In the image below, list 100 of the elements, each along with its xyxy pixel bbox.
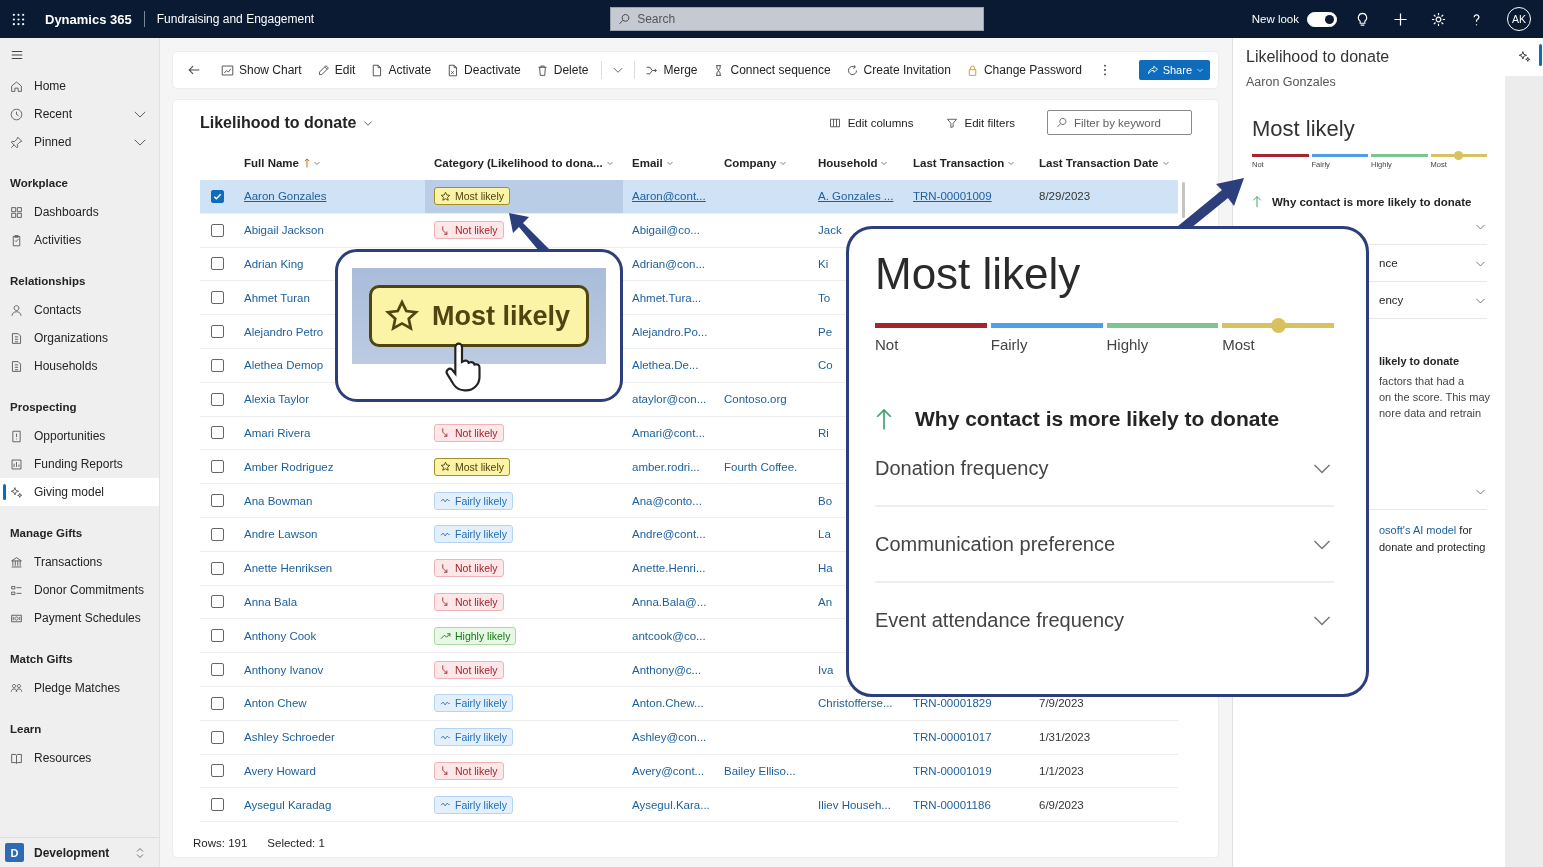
row-checkbox[interactable] bbox=[211, 325, 224, 339]
row-checkbox[interactable] bbox=[211, 730, 224, 744]
column-header[interactable]: Household bbox=[809, 156, 889, 169]
contact-link[interactable]: Alejandro Petro bbox=[244, 325, 324, 338]
menu-icon[interactable] bbox=[10, 48, 24, 62]
email-link[interactable]: Andre@cont... bbox=[632, 528, 706, 541]
contact-link[interactable]: Amber Rodriguez bbox=[244, 460, 334, 473]
nav-item[interactable]: Funding Reports bbox=[0, 450, 159, 478]
app-launcher-icon[interactable] bbox=[12, 12, 25, 26]
app-name[interactable]: Dynamics 365 bbox=[45, 11, 132, 27]
share-button[interactable]: Share bbox=[1138, 60, 1210, 80]
category-tag[interactable]: Highly likely bbox=[434, 626, 517, 645]
command-button[interactable]: Merge bbox=[639, 56, 707, 84]
row-checkbox[interactable] bbox=[211, 595, 224, 609]
category-tag[interactable]: Fairly likely bbox=[434, 728, 513, 747]
contact-link[interactable]: Amari Rivera bbox=[244, 426, 311, 439]
email-link[interactable]: Aysegul.Kara... bbox=[632, 798, 710, 811]
contact-link[interactable]: Aysegul Karadag bbox=[244, 798, 332, 811]
command-button[interactable]: Show Chart bbox=[215, 56, 311, 84]
email-link[interactable]: Ana@conto... bbox=[632, 494, 702, 507]
email-link[interactable]: Avery@cont... bbox=[632, 764, 705, 777]
email-link[interactable]: antcook@co... bbox=[632, 629, 706, 642]
nav-item[interactable]: Recent bbox=[0, 100, 159, 128]
search-field[interactable]: Search bbox=[610, 7, 985, 31]
account-link[interactable]: Iva bbox=[818, 663, 834, 676]
account-link[interactable]: Ha bbox=[818, 562, 833, 575]
account-link[interactable]: To bbox=[818, 291, 831, 304]
row-checkbox[interactable] bbox=[211, 460, 224, 474]
more-options-icon[interactable] bbox=[1103, 63, 1107, 77]
transaction-link[interactable]: TRN-00001017 bbox=[913, 731, 992, 744]
transaction-link[interactable]: TRN-00001019 bbox=[913, 764, 992, 777]
transaction-link[interactable]: TRN-00001829 bbox=[913, 697, 992, 710]
email-link[interactable]: Aaron@cont... bbox=[632, 190, 706, 203]
column-header[interactable]: Full Name bbox=[235, 156, 321, 169]
row-checkbox[interactable] bbox=[211, 663, 224, 677]
scrollbar-thumb[interactable] bbox=[1182, 182, 1185, 218]
email-link[interactable]: Anette.Henri... bbox=[632, 562, 706, 575]
email-link[interactable]: Alethea.De... bbox=[632, 359, 699, 372]
command-button[interactable]: Connect sequence bbox=[706, 56, 840, 84]
category-tag[interactable]: Not likely bbox=[434, 221, 504, 240]
command-button[interactable]: Delete bbox=[529, 56, 598, 84]
row-checkbox[interactable] bbox=[211, 527, 224, 541]
account-link[interactable]: Pe bbox=[818, 325, 833, 338]
category-tag[interactable]: Fairly likely bbox=[434, 525, 513, 544]
email-link[interactable]: Amari@cont... bbox=[632, 426, 706, 439]
settings-icon[interactable] bbox=[1431, 11, 1446, 27]
row-checkbox[interactable] bbox=[211, 392, 224, 406]
contact-link[interactable]: Avery Howard bbox=[244, 764, 316, 777]
row-checkbox[interactable] bbox=[211, 223, 224, 237]
back-arrow-icon[interactable] bbox=[187, 63, 201, 77]
account-link[interactable]: Ri bbox=[818, 426, 829, 439]
email-link[interactable]: Ahmet.Tura... bbox=[632, 291, 702, 304]
command-button[interactable]: Create Invitation bbox=[839, 56, 960, 84]
email-link[interactable]: ataylor@con... bbox=[632, 393, 707, 406]
contact-link[interactable]: Anna Bala bbox=[244, 595, 298, 608]
column-header[interactable]: Last Transaction Date bbox=[1030, 156, 1170, 169]
new-look-toggle[interactable] bbox=[1307, 11, 1337, 27]
column-header[interactable]: Category (Likelihood to dona... bbox=[425, 156, 614, 169]
ai-model-link[interactable]: osoft's AI model bbox=[1379, 524, 1457, 536]
nav-item[interactable]: Pledge Matches bbox=[0, 674, 159, 702]
contact-link[interactable]: Ana Bowman bbox=[244, 494, 313, 507]
nav-item[interactable]: Donor Commitments bbox=[0, 576, 159, 604]
category-tag[interactable]: Fairly likely bbox=[434, 795, 513, 814]
nav-item[interactable]: Opportunities bbox=[0, 422, 159, 450]
account-link[interactable]: Christofferse... bbox=[818, 697, 893, 710]
category-tag[interactable]: Not likely bbox=[434, 761, 504, 780]
email-link[interactable]: Anton.Chew... bbox=[632, 697, 704, 710]
column-header[interactable]: Company bbox=[715, 156, 788, 169]
nav-item[interactable]: Dashboards bbox=[0, 198, 159, 226]
nav-item[interactable]: Giving model bbox=[0, 478, 159, 506]
account-link[interactable]: La bbox=[818, 528, 831, 541]
email-link[interactable]: Anthony@c... bbox=[632, 663, 702, 676]
category-tag[interactable]: Most likely bbox=[434, 187, 510, 206]
row-checkbox[interactable] bbox=[211, 189, 224, 203]
sparkle-icon[interactable] bbox=[1518, 50, 1531, 63]
email-link[interactable]: Anna.Bala@... bbox=[632, 595, 707, 608]
category-tag[interactable]: Not likely bbox=[434, 559, 504, 578]
email-link[interactable]: Adrian@con... bbox=[632, 258, 706, 270]
nav-item[interactable]: Contacts bbox=[0, 296, 159, 324]
account-link[interactable]: A. Gonzales ... bbox=[818, 190, 894, 203]
account-link[interactable]: Co bbox=[818, 359, 833, 372]
contact-link[interactable]: Anette Henriksen bbox=[244, 562, 333, 575]
contact-link[interactable]: Anton Chew bbox=[244, 697, 307, 710]
nav-item[interactable]: Home bbox=[0, 72, 159, 100]
transaction-link[interactable]: TRN-00001186 bbox=[913, 798, 991, 811]
transaction-link[interactable]: TRN-00001009 bbox=[913, 190, 992, 203]
grid-action-button[interactable]: Edit columns bbox=[828, 116, 914, 129]
category-tag[interactable]: Not likely bbox=[434, 423, 504, 442]
column-header[interactable]: Last Transaction bbox=[904, 156, 1016, 169]
filter-field[interactable]: Filter by keyword bbox=[1047, 110, 1192, 135]
contact-link[interactable]: Anthony Ivanov bbox=[244, 663, 324, 676]
account-link[interactable]: Ki bbox=[818, 258, 829, 270]
email-link[interactable]: Ashley@con... bbox=[632, 731, 707, 744]
add-icon[interactable] bbox=[1393, 11, 1408, 27]
selected-row[interactable]: Aaron Gonzales Most likely Aaron@cont... A. Gonzales ... TRN-00001009 8/29/2023 bbox=[200, 180, 1178, 214]
command-button[interactable]: Edit bbox=[310, 56, 365, 84]
category-tag[interactable]: Fairly likely bbox=[434, 491, 513, 510]
nav-item[interactable]: Households bbox=[0, 352, 159, 380]
account-link[interactable]: Bo bbox=[818, 494, 833, 507]
company-link[interactable]: Fourth Coffee. bbox=[724, 460, 798, 473]
